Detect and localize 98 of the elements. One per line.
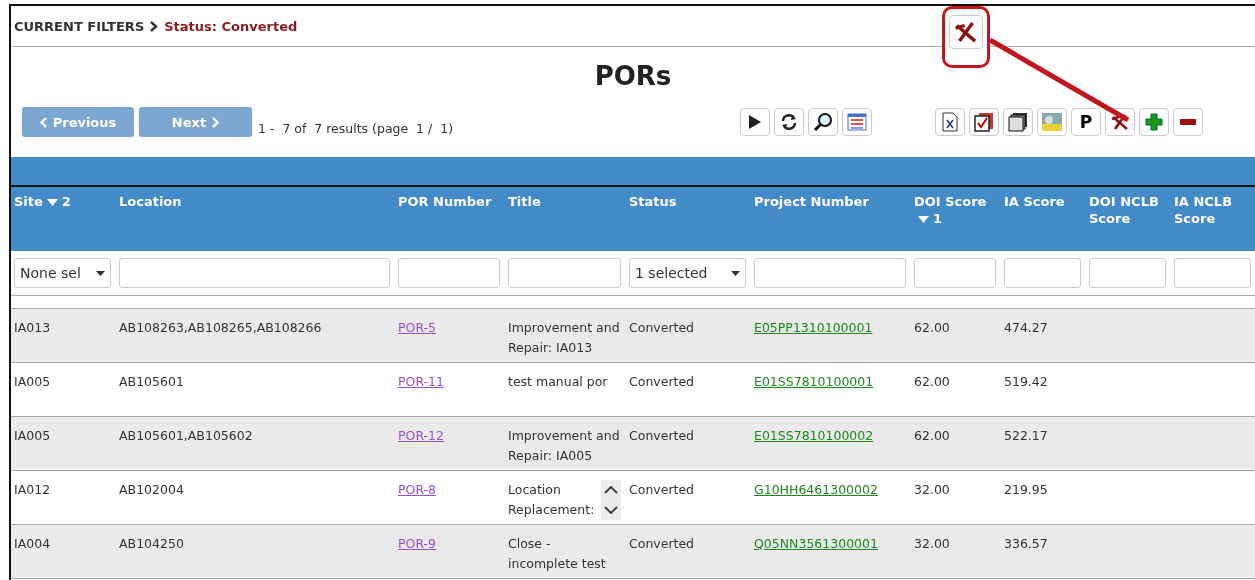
table-cell: 522.17 xyxy=(1004,428,1048,443)
next-button[interactable]: Next xyxy=(139,107,252,137)
toolbar-button[interactable] xyxy=(808,108,839,136)
filter-field[interactable] xyxy=(1089,258,1166,288)
table-cell: 62.00 xyxy=(914,320,950,335)
table-cell: test manual por xyxy=(508,374,608,389)
chevron-right-icon xyxy=(212,116,220,128)
table-cell: Improvement and Repair: IA005 xyxy=(508,428,620,463)
column-header[interactable]: IA NCLB Score xyxy=(1174,193,1251,227)
toolbar-button[interactable] xyxy=(740,108,771,136)
table-cell: AB108263,AB108265,AB108266 xyxy=(119,320,322,335)
sort-arrow-icon xyxy=(918,216,929,223)
toolbar-button[interactable]: P xyxy=(1071,108,1102,136)
scroll-control[interactable] xyxy=(601,480,621,520)
column-header[interactable]: IA Score xyxy=(1004,193,1065,210)
table-cell: 32.00 xyxy=(914,482,950,497)
sort-order: 1 xyxy=(933,210,943,227)
table-cell: Converted xyxy=(629,428,695,443)
toolbar-button[interactable] xyxy=(935,108,966,136)
table-cell: 62.00 xyxy=(914,428,950,443)
column-header[interactable]: Status xyxy=(629,193,677,210)
table-cell: Converted xyxy=(629,482,695,497)
toolbar-button[interactable] xyxy=(969,108,1000,136)
filter-field[interactable] xyxy=(1174,258,1251,288)
pages-icon xyxy=(1008,112,1029,132)
page-title: PORs xyxy=(593,61,673,93)
por-link[interactable]: POR-12 xyxy=(398,428,444,443)
table-cell: Close - incomplete test xyxy=(508,536,606,571)
filter-field[interactable] xyxy=(398,258,500,288)
table-cell: 336.57 xyxy=(1004,536,1048,551)
minus-icon xyxy=(1179,118,1198,126)
chevron-right-icon xyxy=(150,20,159,32)
table-cell: AB104250 xyxy=(119,536,184,551)
filter-field[interactable] xyxy=(119,258,390,288)
table-cell: AB105601 xyxy=(119,374,184,389)
table-cell: 474.27 xyxy=(1004,320,1048,335)
sort-order: 2 xyxy=(61,193,71,210)
table-cell: 62.00 xyxy=(914,374,950,389)
results-summary: 1 - 7 of 7 results (page 1 / 1) xyxy=(258,120,454,136)
por-link[interactable]: POR-5 xyxy=(398,320,437,335)
table-cell: IA005 xyxy=(14,428,51,443)
table-cell: IA013 xyxy=(14,320,51,335)
toolbar-button[interactable] xyxy=(774,108,805,136)
column-header[interactable]: DOI Score xyxy=(914,193,987,210)
toolbar-button[interactable] xyxy=(949,15,983,49)
project-link[interactable]: E01SS7810100001 xyxy=(754,374,874,389)
filter-value: Status: Converted xyxy=(164,18,298,34)
toolbar-button[interactable] xyxy=(1173,108,1204,136)
filter-field[interactable] xyxy=(914,258,996,288)
table-cell-text: Location Replacement: xyxy=(508,481,596,519)
column-header[interactable]: DOI NCLB Score xyxy=(1089,193,1166,227)
caret-icon xyxy=(731,270,740,276)
column-header[interactable]: Title xyxy=(508,193,541,210)
table-cell: Converted xyxy=(629,536,695,551)
table-cell: Converted xyxy=(629,374,695,389)
filter-dropdown[interactable]: 1 selected xyxy=(629,258,746,288)
filter-field[interactable] xyxy=(508,258,621,288)
table-cell: IA004 xyxy=(14,536,51,551)
play-icon xyxy=(748,114,763,130)
filter-field[interactable] xyxy=(754,258,906,288)
image-icon xyxy=(1041,112,1064,132)
project-link[interactable]: E01SS7810100002 xyxy=(754,428,874,443)
por-link[interactable]: POR-9 xyxy=(398,536,437,551)
table-cell: Improvement and Repair: IA013 xyxy=(508,320,620,355)
chevron-down-icon xyxy=(604,506,618,514)
table-cell: 519.42 xyxy=(1004,374,1048,389)
project-link[interactable]: G10HH6461300002 xyxy=(754,482,878,497)
sort-arrow-icon xyxy=(46,199,58,206)
table-cell: 219.95 xyxy=(1004,482,1048,497)
project-link[interactable]: Q05NN3561300001 xyxy=(754,536,878,551)
checklist-icon xyxy=(974,112,995,132)
por-link[interactable]: POR-8 xyxy=(398,482,437,497)
previous-button[interactable]: Previous xyxy=(22,107,134,137)
filters-label: CURRENT FILTERS xyxy=(14,18,145,34)
table-cell: IA012 xyxy=(14,482,51,497)
caret-icon xyxy=(96,270,105,276)
column-header[interactable]: Site xyxy=(14,193,43,210)
search-icon xyxy=(813,112,834,132)
column-header[interactable]: POR Number xyxy=(398,193,492,210)
chevron-left-icon xyxy=(39,116,47,128)
cross-icon xyxy=(953,19,979,45)
toolbar-button[interactable] xyxy=(1003,108,1034,136)
table-cell: IA005 xyxy=(14,374,51,389)
spreadsheet-file-icon xyxy=(942,112,959,132)
filter-field[interactable] xyxy=(1004,258,1081,288)
refresh-icon xyxy=(780,113,799,131)
project-link[interactable]: E05PP1310100001 xyxy=(754,320,873,335)
por-link[interactable]: POR-11 xyxy=(398,374,444,389)
table-cell: AB102004 xyxy=(119,482,184,497)
plus-icon xyxy=(1145,113,1164,131)
chevron-up-icon xyxy=(604,486,618,494)
table-icon xyxy=(847,113,868,131)
column-header[interactable]: Location xyxy=(119,193,182,210)
table-cell: 32.00 xyxy=(914,536,950,551)
table-cell: AB105601,AB105602 xyxy=(119,428,253,443)
table-cell: Converted xyxy=(629,320,695,335)
filter-dropdown[interactable]: None sel xyxy=(14,258,111,288)
column-header[interactable]: Project Number xyxy=(754,193,869,210)
